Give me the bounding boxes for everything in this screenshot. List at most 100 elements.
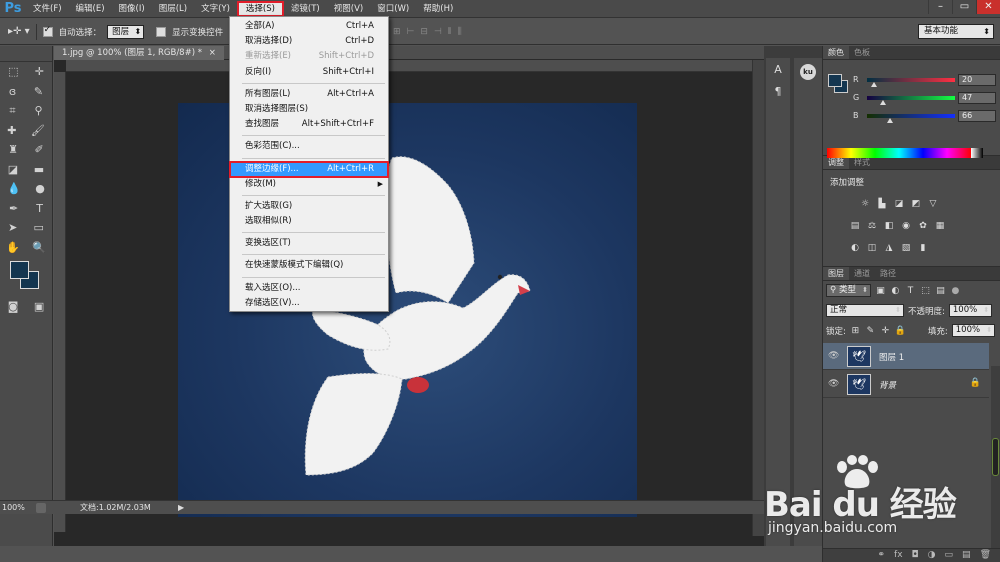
stamp-icon[interactable]: ♜: [8, 143, 18, 156]
distribute-v-icon[interactable]: ⫼: [458, 27, 462, 37]
menu-item[interactable]: 滤镜(T): [284, 1, 327, 17]
levels-icon[interactable]: ▙: [876, 198, 888, 210]
selective-color-icon[interactable]: ▧: [900, 242, 912, 254]
tab-paths[interactable]: 路径: [875, 267, 901, 280]
menu-item[interactable]: 选择(S): [236, 0, 284, 17]
shape-icon[interactable]: ▭: [34, 221, 44, 234]
filter-toggle-icon[interactable]: ●: [950, 286, 961, 296]
foreground-color-swatch[interactable]: [10, 261, 29, 279]
align-vcenter-icon[interactable]: ⊞: [393, 27, 401, 37]
invert-icon[interactable]: ◐: [849, 242, 861, 254]
color-spectrum[interactable]: [827, 148, 971, 158]
align-left-icon[interactable]: ⊢: [407, 27, 415, 37]
path-select-icon[interactable]: ➤: [8, 221, 17, 234]
layer-filter-dropdown[interactable]: ⚲ 类型: [826, 284, 871, 297]
select-menu-item[interactable]: 在快速蒙版模式下编辑(Q): [230, 258, 388, 273]
select-menu-item[interactable]: 取消选择图层(S): [230, 102, 388, 117]
paragraph-panel-icon[interactable]: ¶: [767, 82, 789, 102]
select-menu-item[interactable]: 色彩范围(C)...: [230, 139, 388, 154]
layer-name[interactable]: 背景: [879, 379, 896, 391]
status-menu-arrow-icon[interactable]: ▶: [178, 501, 184, 515]
type-icon[interactable]: T: [36, 202, 43, 215]
visibility-eye-icon[interactable]: 👁: [828, 379, 839, 389]
select-menu-item[interactable]: 变换选区(T): [230, 236, 388, 251]
eraser-icon[interactable]: ◪: [8, 163, 18, 176]
color-lookup-icon[interactable]: ▦: [934, 220, 946, 232]
tab-layers[interactable]: 图层: [823, 267, 849, 280]
brightness-icon[interactable]: ☼: [859, 198, 871, 210]
red-value[interactable]: 20: [958, 74, 996, 86]
fill-input[interactable]: 100%: [951, 324, 996, 337]
select-menu-item[interactable]: 选取相似(R): [230, 214, 388, 229]
align-hcenter-icon[interactable]: ⊟: [420, 27, 428, 37]
menu-item[interactable]: 帮助(H): [416, 1, 460, 17]
blend-mode-dropdown[interactable]: 正常: [826, 304, 904, 317]
distribute-h-icon[interactable]: ⫴: [448, 27, 452, 37]
status-info-icon[interactable]: [36, 503, 46, 513]
quick-mask-icon[interactable]: ◙: [8, 300, 19, 313]
lasso-icon[interactable]: ɞ: [9, 85, 16, 98]
menu-item[interactable]: 文件(F): [26, 1, 69, 17]
pen-icon[interactable]: ✒: [9, 202, 18, 215]
select-menu-item[interactable]: 载入选区(O)...: [230, 281, 388, 296]
brush-icon[interactable]: 🖌: [31, 124, 45, 137]
select-menu-item[interactable]: 取消选择(D) Ctrl+D: [230, 34, 388, 49]
zoom-level[interactable]: 100%: [2, 501, 25, 515]
filter-smart-icon[interactable]: ▤: [935, 286, 946, 296]
lock-pixels-icon[interactable]: ✎: [865, 326, 876, 336]
zoom-icon[interactable]: 🔍: [32, 241, 46, 254]
hand-icon[interactable]: ✋: [6, 241, 20, 254]
dodge-icon[interactable]: ●: [35, 182, 45, 195]
red-slider[interactable]: [867, 78, 955, 82]
lock-all-icon[interactable]: 🔒: [895, 326, 906, 336]
layer-name[interactable]: 图层 1: [879, 351, 904, 363]
foreground-color-swatch[interactable]: [828, 74, 842, 87]
green-slider-knob[interactable]: [880, 100, 887, 105]
layer-row[interactable]: 👁 🕊 背景 🔒: [823, 371, 989, 398]
vibrance-icon[interactable]: ▽: [927, 198, 939, 210]
photo-filter-icon[interactable]: ◉: [900, 220, 912, 232]
menu-item[interactable]: 编辑(E): [69, 1, 112, 17]
menu-item[interactable]: 视图(V): [327, 1, 370, 17]
tab-color[interactable]: 颜色: [823, 46, 849, 59]
close-button[interactable]: ✕: [976, 0, 1000, 14]
document-tab[interactable]: 1.jpg @ 100% (图层 1, RGB/8#) * ×: [54, 46, 224, 60]
tools-grip[interactable]: [0, 46, 52, 62]
auto-select-checkbox[interactable]: [42, 25, 53, 37]
blue-value[interactable]: 66: [958, 110, 996, 122]
menu-item[interactable]: 图像(I): [112, 1, 152, 17]
opacity-input[interactable]: 100%: [948, 304, 993, 317]
lock-position-icon[interactable]: ✛: [880, 326, 891, 336]
select-menu-item[interactable]: 全部(A) Ctrl+A: [230, 19, 388, 34]
menu-item[interactable]: 文字(Y): [194, 1, 237, 17]
select-menu-item[interactable]: 所有图层(L) Alt+Ctrl+A: [230, 87, 388, 102]
distribute-icon[interactable]: ⊣: [434, 27, 442, 37]
gradient-icon[interactable]: ▬: [34, 163, 44, 176]
hue-saturation-icon[interactable]: ▤: [849, 220, 861, 232]
channel-mixer-icon[interactable]: ✿: [917, 220, 929, 232]
history-brush-icon[interactable]: ✐: [35, 143, 44, 156]
visibility-eye-icon[interactable]: 👁: [828, 351, 839, 361]
kuler-icon[interactable]: ku: [800, 64, 816, 80]
green-value[interactable]: 47: [958, 92, 996, 104]
blue-slider[interactable]: [867, 114, 955, 118]
marquee-icon[interactable]: ⬚: [8, 65, 18, 78]
select-menu-item[interactable]: 反向(I) Shift+Ctrl+I: [230, 65, 388, 80]
layer-row[interactable]: 👁 🕊 图层 1: [823, 343, 989, 370]
posterize-icon[interactable]: ◫: [866, 242, 878, 254]
eyedropper-icon[interactable]: ⚲: [34, 104, 42, 117]
crop-icon[interactable]: ⌗: [9, 104, 15, 118]
filter-adjust-icon[interactable]: ◐: [890, 286, 901, 296]
threshold-icon[interactable]: ◮: [883, 242, 895, 254]
character-panel-icon[interactable]: A: [767, 60, 789, 80]
select-menu-item[interactable]: 扩大选取(G): [230, 199, 388, 214]
select-menu-item[interactable]: 修改(M) ▶: [230, 177, 388, 192]
filter-type-icon[interactable]: T: [905, 286, 916, 296]
blur-icon[interactable]: 💧: [7, 182, 21, 195]
workspace-switcher[interactable]: 基本功能: [918, 24, 994, 39]
move-tool-icon[interactable]: ▸✛ ▾: [8, 26, 30, 37]
quick-select-icon[interactable]: ✎: [34, 85, 43, 98]
curves-icon[interactable]: ◪: [893, 198, 905, 210]
gradient-map-icon[interactable]: ▮: [917, 242, 929, 254]
menu-item[interactable]: 图层(L): [152, 1, 194, 17]
